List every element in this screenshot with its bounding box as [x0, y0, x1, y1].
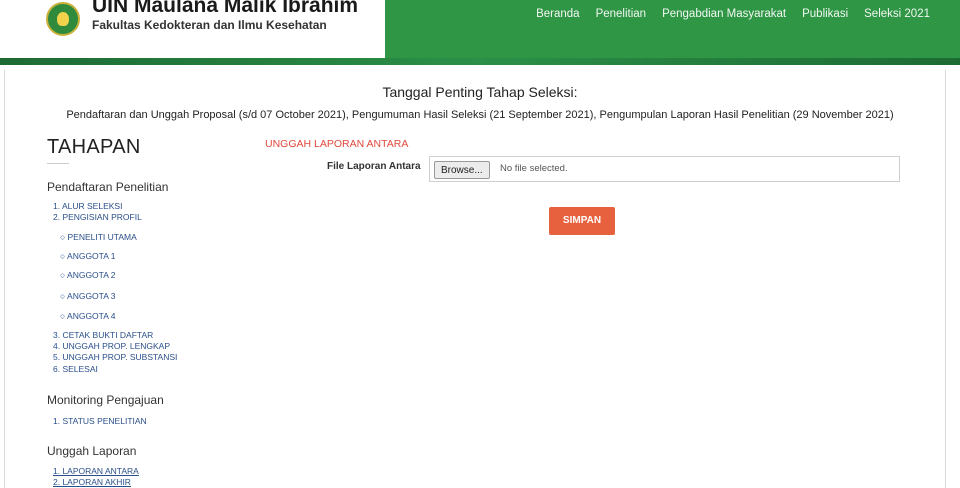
sidebar-item-cetak-bukti-daftar[interactable]: 3. CETAK BUKTI DAFTAR [53, 330, 153, 340]
sidebar-title: TAHAPAN [47, 136, 141, 158]
sidebar-item-alur-seleksi[interactable]: 1. ALUR SELEKSI [53, 201, 122, 211]
sidebar-item-selesai[interactable]: 6. SELESAI [53, 364, 98, 374]
sidebar-item-unggah-prop-lengkap[interactable]: 4. UNGGAH PROP. LENGKAP [53, 341, 170, 351]
university-logo-icon [46, 2, 80, 36]
save-button[interactable]: SIMPAN [549, 207, 615, 235]
main-nav: Beranda Penelitian Pengabdian Masyarakat… [536, 8, 930, 20]
sidebar-item-unggah-prop-substansi[interactable]: 5. UNGGAH PROP. SUBSTANSI [53, 352, 177, 362]
sidebar-item-label: ANGGOTA 4 [67, 311, 116, 321]
nav-beranda[interactable]: Beranda [536, 8, 579, 20]
sidebar-item-laporan-akhir[interactable]: 2. LAPORAN AKHIR [53, 477, 131, 487]
nav-pengabdian-masyarakat[interactable]: Pengabdian Masyarakat [662, 8, 786, 20]
file-laporan-label: File Laporan Antara [327, 161, 421, 172]
nav-seleksi-2021[interactable]: Seleksi 2021 [864, 8, 930, 20]
important-dates-title: Tanggal Penting Tahap Seleksi: [382, 84, 578, 100]
page-left-border [4, 0, 5, 488]
sidebar-divider [47, 163, 69, 164]
sidebar-item-anggota-4[interactable]: ○ ANGGOTA 4 [60, 311, 116, 321]
sidebar-item-laporan-antara[interactable]: 1. LAPORAN ANTARA [53, 466, 139, 476]
brand-title: UIN Maulana Malik Ibrahim [92, 0, 359, 17]
sidebar-item-anggota-1[interactable]: ○ ANGGOTA 1 [60, 251, 116, 261]
sidebar-item-pengisian-profil[interactable]: 2. PENGISIAN PROFIL [53, 212, 142, 222]
sidebar-item-label: ANGGOTA 1 [67, 251, 116, 261]
site-header: UIN Maulana Malik Ibrahim Fakultas Kedok… [0, 0, 960, 70]
header-divider-strip [0, 58, 960, 65]
important-dates-text: Pendaftaran dan Unggah Proposal (s/d 07 … [66, 109, 894, 121]
sidebar-section-monitoring: Monitoring Pengajuan [47, 393, 164, 407]
sidebar-item-label: ANGGOTA 2 [67, 270, 116, 280]
file-status-text: No file selected. [500, 163, 568, 174]
form-title: UNGGAH LAPORAN ANTARA [265, 138, 409, 150]
brand-subtitle: Fakultas Kedokteran dan Ilmu Kesehatan [92, 18, 327, 32]
browse-button[interactable]: Browse... [434, 161, 490, 179]
page-right-border [945, 0, 946, 488]
file-input[interactable]: Browse... No file selected. [429, 156, 900, 182]
sidebar-item-anggota-3[interactable]: ○ ANGGOTA 3 [60, 291, 116, 301]
sidebar-section-unggah-laporan: Unggah Laporan [47, 444, 137, 458]
sidebar-section-pendaftaran: Pendaftaran Penelitian [47, 180, 169, 194]
header-green-banner: Beranda Penelitian Pengabdian Masyarakat… [385, 0, 960, 58]
sidebar-item-anggota-2[interactable]: ○ ANGGOTA 2 [60, 270, 116, 280]
nav-penelitian[interactable]: Penelitian [596, 8, 647, 20]
nav-publikasi[interactable]: Publikasi [802, 8, 848, 20]
sidebar-item-label: ANGGOTA 3 [67, 291, 116, 301]
sidebar-item-peneliti-utama[interactable]: ○ PENELITI UTAMA [60, 232, 137, 242]
sidebar-item-label: PENELITI UTAMA [67, 232, 137, 242]
sidebar-item-status-penelitian[interactable]: 1. STATUS PENELITIAN [53, 416, 147, 426]
